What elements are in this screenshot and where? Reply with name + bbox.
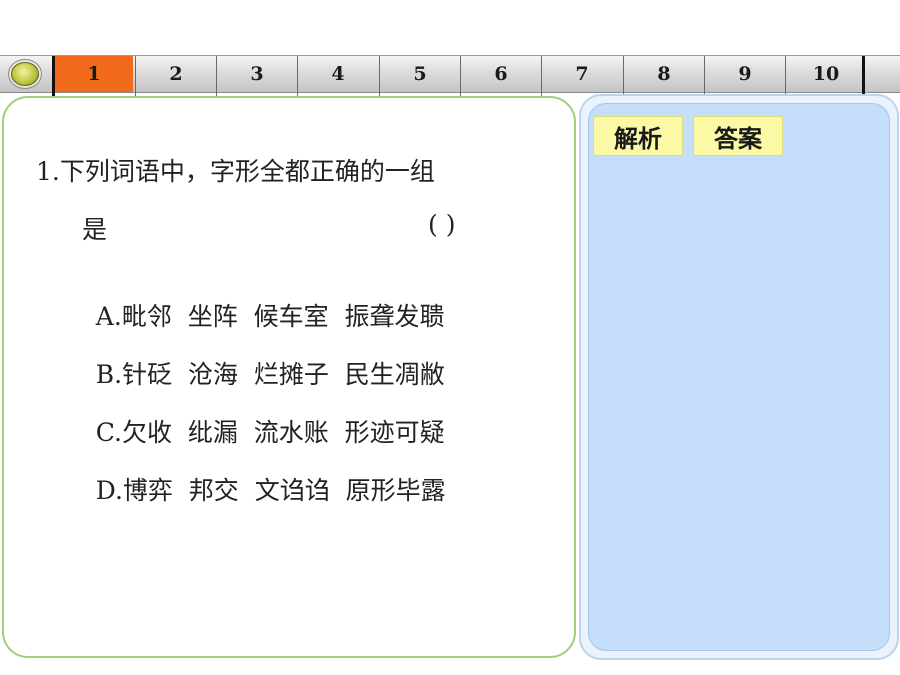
- nav-tab-separator: [623, 56, 624, 98]
- answer-blank-parentheses: ( ): [428, 210, 456, 239]
- question-tab-3[interactable]: 3: [218, 56, 296, 92]
- nav-tab-separator: [460, 56, 461, 98]
- question-tab-4[interactable]: 4: [299, 56, 377, 92]
- nav-tab-separator: [216, 56, 217, 98]
- nav-tab-separator: [704, 56, 705, 98]
- nav-tab-separator: [541, 56, 542, 98]
- nav-tab-separator: [379, 56, 380, 98]
- show-answer-button[interactable]: 答案: [693, 116, 783, 156]
- nav-tab-separator: [785, 56, 786, 98]
- question-stem-continued: 是: [82, 215, 108, 244]
- question-tab-2[interactable]: 2: [137, 56, 215, 92]
- explanation-button[interactable]: 解析: [593, 116, 683, 156]
- home-dot-icon[interactable]: [11, 62, 39, 86]
- answer-content-area: 解析 答案: [588, 103, 890, 651]
- question-tab-7[interactable]: 7: [543, 56, 621, 92]
- question-tab-8[interactable]: 8: [625, 56, 703, 92]
- question-panel: 1.下列词语中，字形全都正确的一组 是 ( ) A.毗邻 坐阵 候车室 振聋发聩…: [2, 96, 576, 658]
- nav-tab-separator: [135, 56, 136, 98]
- question-tab-5[interactable]: 5: [381, 56, 459, 92]
- question-stem: 1.下列词语中，字形全都正确的一组: [36, 157, 435, 186]
- option-text: 博弈 邦交 文诌诌 原形毕露: [122, 476, 446, 505]
- option-label: D.: [95, 476, 123, 505]
- question-tab-1[interactable]: 1: [55, 56, 133, 92]
- answer-panel: 解析 答案: [579, 94, 899, 660]
- nav-tab-separator: [297, 56, 298, 98]
- question-tab-10[interactable]: 10: [787, 56, 865, 92]
- option-d[interactable]: D.博弈 邦交 文诌诌 原形毕露: [64, 442, 446, 536]
- question-tab-6[interactable]: 6: [462, 56, 540, 92]
- nav-home-area[interactable]: [0, 56, 52, 92]
- question-nav-bar: 1 2 3 4 5 6 7 8 9 10: [0, 55, 900, 102]
- question-tab-9[interactable]: 9: [706, 56, 784, 92]
